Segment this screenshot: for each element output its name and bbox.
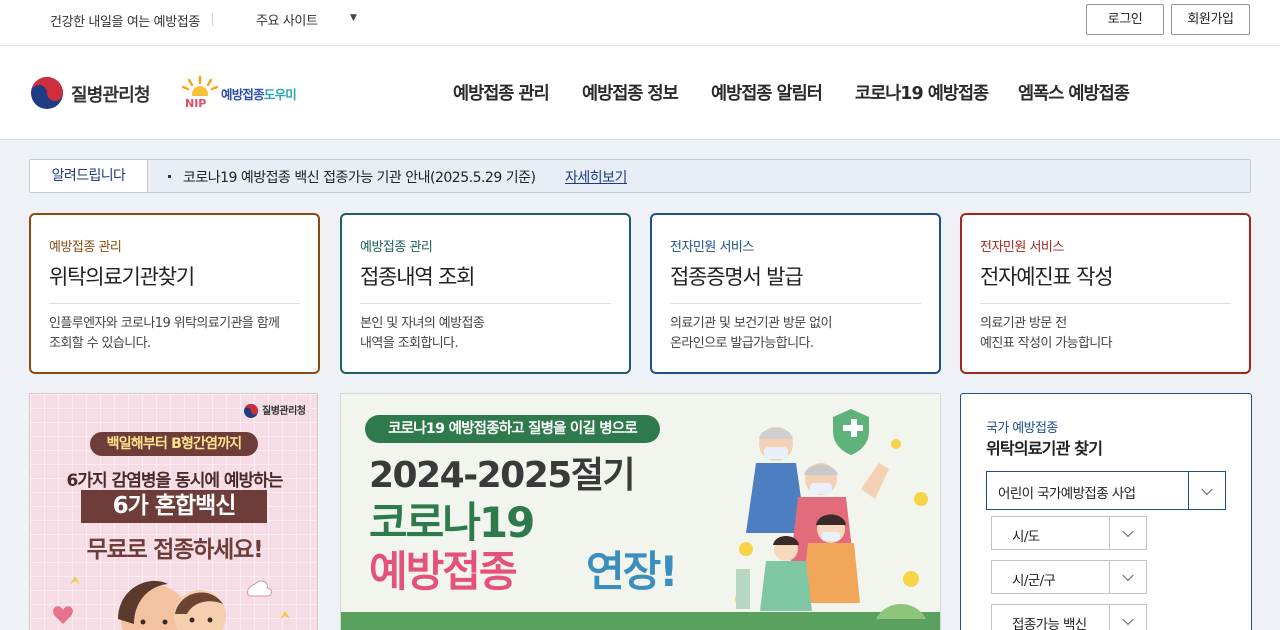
vaccine-select[interactable]: 접종가능 백신 — [991, 604, 1147, 630]
card-certificate-issue[interactable]: 전자민원 서비스 접종증명서 발급 의료기관 및 보건기관 방문 없이 온라인으… — [650, 213, 941, 374]
agency-name[interactable]: 질병관리청 — [71, 81, 151, 107]
program-select-value: 어린이 국가예방접종 사업 — [998, 486, 1136, 502]
card-desc-line: 예진표 작성이 가능합니다 — [980, 336, 1113, 351]
login-button[interactable]: 로그인 — [1086, 4, 1164, 35]
banner-callout: 연장! — [586, 547, 678, 596]
card-description: 의료기관 및 보건기관 방문 없이 온라인으로 발급가능합니다. — [670, 314, 930, 354]
notice-tag: 알려드립니다 — [30, 160, 148, 192]
banner-callout: 무료로 접종하세요! — [86, 537, 264, 563]
select-arrow[interactable] — [1188, 472, 1225, 509]
card-title: 접종증명서 발급 — [670, 265, 804, 289]
select-arrow[interactable] — [1109, 517, 1146, 549]
card-desc-line: 온라인으로 발급가능합니다. — [670, 336, 814, 351]
card-title: 접종내역 조회 — [360, 265, 475, 289]
card-category: 전자민원 서비스 — [980, 240, 1064, 255]
nav-vaccination-management[interactable]: 예방접종 관리 — [453, 80, 550, 105]
notice-text[interactable]: 코로나19 예방접종 백신 접종가능 기관 안내(2025.5.29 기준) — [183, 167, 536, 187]
sigungu-select-value: 시/군/구 — [1012, 573, 1056, 589]
card-title: 위탁의료기관찾기 — [49, 265, 195, 289]
divider — [212, 13, 213, 26]
divider — [49, 303, 300, 304]
utility-bar: 건강한 내일을 여는 예방접종 주요 사이트 ▼ 로그인 회원가입 — [0, 0, 1280, 46]
bullet-icon — [168, 175, 171, 178]
main-sites-dropdown[interactable]: 주요 사이트 — [256, 10, 318, 29]
divider — [360, 303, 611, 304]
nav-vaccination-info[interactable]: 예방접종 정보 — [582, 80, 679, 105]
card-desc-line: 인플루엔자와 코로나19 위탁의료기관을 함께 — [49, 316, 280, 331]
vaccinated-family-illustration-icon — [735, 409, 928, 619]
card-e-questionnaire[interactable]: 전자민원 서비스 전자예진표 작성 의료기관 방문 전 예진표 작성이 가능합니… — [960, 213, 1251, 374]
divider — [670, 303, 921, 304]
taegeuk-icon — [244, 404, 258, 418]
notice-more-link[interactable]: 자세히보기 — [565, 167, 627, 187]
banner-pill: 백일해부터 B형간염까지 — [90, 432, 258, 456]
banner-covid19-extension[interactable]: 코로나19 예방접종하고 질병을 이길 병으로 2024-2025절기 코로나1… — [340, 393, 941, 630]
nip-name-part2: 도우미 — [263, 87, 297, 102]
banner-highlight: 예방접종 — [369, 547, 518, 596]
card-category: 예방접종 관리 — [49, 240, 122, 255]
chevron-down-icon — [1122, 613, 1134, 626]
card-find-clinic[interactable]: 예방접종 관리 위탁의료기관찾기 인플루엔자와 코로나19 위탁의료기관을 함께… — [29, 213, 320, 374]
program-select[interactable]: 어린이 국가예방접종 사업 — [986, 471, 1226, 510]
nav-vaccination-notice[interactable]: 예방접종 알림터 — [711, 80, 823, 105]
chevron-down-icon — [1122, 525, 1134, 538]
sido-select-value: 시/도 — [1012, 529, 1040, 545]
nip-logo-text: NIP — [185, 97, 206, 109]
card-category: 예방접종 관리 — [360, 240, 433, 255]
nip-name-part1: 예방접종 — [221, 87, 265, 102]
banner-pill: 코로나19 예방접종하고 질병을 이길 병으로 — [365, 415, 660, 443]
signup-button[interactable]: 회원가입 — [1171, 4, 1250, 35]
slogan: 건강한 내일을 여는 예방접종 — [50, 15, 200, 30]
finder-subtitle: 국가 예방접종 — [986, 421, 1058, 436]
chevron-down-icon — [1201, 483, 1213, 495]
divider — [980, 303, 1231, 304]
finder-title: 위탁의료기관 찾기 — [986, 439, 1103, 458]
card-desc-line: 의료기관 방문 전 — [980, 316, 1067, 331]
banner-org-name: 질병관리청 — [262, 406, 306, 417]
banner-hexavalent-vaccine[interactable]: 질병관리청 백일해부터 B형간염까지 6가지 감염병을 동시에 예방하는 6가 … — [29, 393, 318, 630]
clinic-finder-panel: 국가 예방접종 위탁의료기관 찾기 어린이 국가예방접종 사업 시/도 시/군/… — [960, 393, 1252, 630]
nav-covid19-vaccination[interactable]: 코로나19 예방접종 — [855, 80, 989, 105]
card-title: 전자예진표 작성 — [980, 265, 1114, 289]
card-category: 전자민원 서비스 — [670, 240, 754, 255]
sigungu-select[interactable]: 시/군/구 — [991, 560, 1147, 594]
sido-select[interactable]: 시/도 — [991, 516, 1147, 550]
chevron-down-icon[interactable]: ▼ — [350, 13, 357, 23]
taegeuk-logo-icon[interactable] — [30, 76, 64, 110]
card-desc-line: 본인 및 자녀의 예방접종 — [360, 316, 485, 331]
nip-name[interactable]: 예방접종도우미 — [221, 84, 297, 103]
banner-headline: 6가지 감염병을 동시에 예방하는 — [66, 471, 284, 491]
select-arrow[interactable] — [1109, 605, 1146, 630]
banner-highlight: 6가 혼합백신 — [81, 490, 267, 523]
site-header: 질병관리청 NIP 예방접종도우미 예방접종 관리 예방접종 정보 예방접종 알… — [0, 46, 1280, 140]
card-desc-line: 내역을 조회합니다. — [360, 336, 459, 351]
notice-bar: 알려드립니다 코로나19 예방접종 백신 접종가능 기관 안내(2025.5.2… — [29, 159, 1251, 193]
card-description: 본인 및 자녀의 예방접종 내역을 조회합니다. — [360, 314, 620, 354]
nip-sun-logo-icon[interactable]: NIP — [180, 75, 220, 109]
vaccine-select-value: 접종가능 백신 — [1012, 617, 1087, 630]
card-description: 인플루엔자와 코로나19 위탁의료기관을 함께 조회할 수 있습니다. — [49, 314, 309, 354]
select-arrow[interactable] — [1109, 561, 1146, 593]
card-desc-line: 조회할 수 있습니다. — [49, 336, 151, 351]
nav-mpox-vaccination[interactable]: 엠폭스 예방접종 — [1018, 80, 1130, 105]
card-desc-line: 의료기관 및 보건기관 방문 없이 — [670, 316, 832, 331]
mother-child-illustration-icon — [53, 576, 290, 630]
card-description: 의료기관 방문 전 예진표 작성이 가능합니다 — [980, 314, 1240, 354]
card-vaccination-history[interactable]: 예방접종 관리 접종내역 조회 본인 및 자녀의 예방접종 내역을 조회합니다. — [340, 213, 631, 374]
chevron-down-icon — [1122, 569, 1134, 582]
